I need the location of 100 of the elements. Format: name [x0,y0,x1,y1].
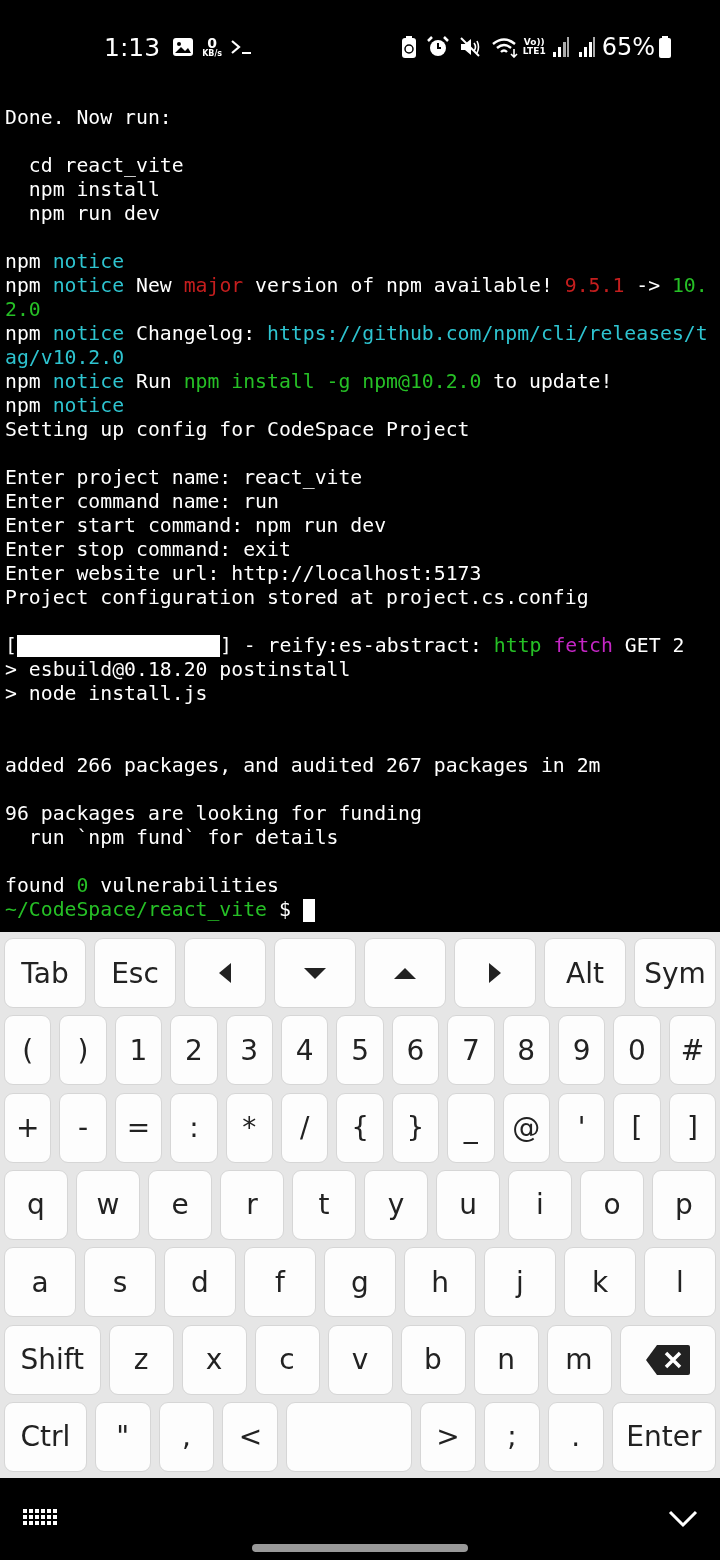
keyboard-key[interactable]: < [222,1401,279,1472]
keyboard-key[interactable]: Tab [4,938,86,1008]
battery-saver-icon [400,35,417,59]
keyboard-key[interactable]: i [508,1170,572,1240]
keyboard-key[interactable]: @ [502,1092,550,1163]
keyboard-key[interactable]: + [4,1092,52,1163]
muted-speaker-icon [458,36,481,58]
keyboard-key[interactable]: _ [447,1092,495,1163]
keyboard-key[interactable]: a [4,1247,76,1318]
keyboard-key[interactable]: y [364,1170,428,1240]
keyboard-key[interactable]: d [164,1247,236,1318]
keyboard-key[interactable]: ( [4,1015,52,1086]
keyboard-key[interactable]: ] [668,1092,717,1163]
terminal-text: Project configuration stored at project.cs.config [5,586,589,610]
keyboard-key[interactable]: / [280,1092,329,1163]
keyboard-key[interactable]: w [76,1170,140,1240]
keyboard-key[interactable]: , [158,1401,215,1472]
terminal-text: > node install.js [5,682,208,706]
keyboard-key[interactable]: l [644,1247,716,1318]
terminal-text: npm [5,274,42,298]
keyboard-key[interactable]: s [84,1247,156,1318]
terminal-text: Setting up config for CodeSpace Project [5,418,470,442]
keyboard-key[interactable]: o [580,1170,644,1240]
keyboard-key[interactable]: * [225,1092,273,1163]
keyboard-key[interactable]: # [668,1015,717,1086]
terminal-text: Enter start command: npm run dev [5,514,387,538]
keyboard-key[interactable]: = [114,1092,163,1163]
terminal-text: fetch [553,634,613,658]
keyboard-key[interactable]: : [170,1092,218,1163]
terminal-text: Enter project name: react_vite [5,466,363,490]
text-cursor [302,898,315,922]
terminal-text: Done. Now run: [5,106,172,130]
terminal-text: Changelog: [135,322,257,346]
keyboard-key[interactable]: . [547,1401,604,1472]
left-triangle-icon [217,961,233,985]
keyboard-key[interactable]: 6 [391,1015,440,1086]
keyboard-key[interactable]: e [148,1170,212,1240]
keyboard-key[interactable]: " [94,1401,151,1472]
keyboard-key[interactable]: 3 [225,1015,273,1086]
keyboard-key[interactable]: h [404,1247,476,1318]
keyboard-key[interactable]: Esc [94,938,176,1008]
wifi-icon [490,36,519,58]
keyboard-key[interactable]: x [181,1324,247,1395]
terminal-text: vulnerabilities [99,874,279,898]
keyboard-key[interactable]: 7 [447,1015,495,1086]
keyboard-key[interactable]: r [220,1170,284,1240]
terminal-prompt-icon [230,39,253,55]
terminal-text: GET 2 [623,634,685,658]
keyboard-key[interactable]: v [327,1324,393,1395]
keyboard-key[interactable]: - [59,1092,107,1163]
keyboard-key[interactable]: 9 [557,1015,606,1086]
keyboard-key[interactable]: m [546,1324,612,1395]
keyboard-key[interactable]: c [254,1324,320,1395]
arrow-key[interactable] [184,938,266,1008]
keyboard-key[interactable]: k [564,1247,636,1318]
keyboard-key[interactable]: u [436,1170,500,1240]
keyboard-key[interactable]: 8 [502,1015,550,1086]
keyboard-key[interactable]: p [652,1170,716,1240]
keyboard-key[interactable]: ' [557,1092,606,1163]
keyboard-key[interactable]: f [244,1247,316,1318]
keyboard-key[interactable]: Alt [544,938,626,1008]
terminal-text: notice [52,274,125,298]
terminal-text: run `npm fund` for details [27,826,339,850]
keyboard-key[interactable]: Ctrl [4,1401,87,1472]
keyboard-key[interactable]: Shift [4,1324,101,1395]
keyboard-key[interactable]: Enter [611,1401,716,1472]
terminal-text: added 266 packages, and audited 267 packages in 2m [5,754,601,778]
keyboard-key[interactable]: > [420,1401,476,1472]
chevron-down-icon[interactable] [668,1510,698,1528]
keyboard-key[interactable]: t [292,1170,356,1240]
keyboard-key[interactable]: Sym [634,938,716,1008]
keyboard-key[interactable]: j [484,1247,556,1318]
backspace-key[interactable] [619,1324,716,1395]
terminal-text: 10. [671,274,708,298]
keyboard-key[interactable]: 5 [336,1015,384,1086]
arrow-key[interactable] [454,938,536,1008]
keyboard-key[interactable]: 2 [170,1015,218,1086]
keyboard-key[interactable]: g [324,1247,396,1318]
keyboard-key[interactable]: 4 [280,1015,329,1086]
keyboard-key[interactable]: } [391,1092,440,1163]
lte-label: LTE1 [522,47,546,56]
terminal-text: [ [5,634,17,658]
keyboard-key[interactable]: { [336,1092,384,1163]
battery-icon [658,35,672,59]
keyboard-key[interactable]: n [473,1324,539,1395]
keyboard-key[interactable]: ; [484,1401,540,1472]
keyboard-key[interactable]: b [400,1324,466,1395]
terminal-text: npm install [27,178,160,202]
terminal-text: major [183,274,244,298]
terminal-text: npm run dev [27,202,160,226]
keyboard-key[interactable]: q [4,1170,68,1240]
arrow-key[interactable] [274,938,356,1008]
keyboard-key[interactable]: 1 [114,1015,163,1086]
keyboard-key[interactable]: [ [613,1092,661,1163]
terminal-text: notice [52,394,125,418]
keyboard-key[interactable]: ) [59,1015,107,1086]
keyboard-key[interactable]: z [108,1324,174,1395]
backspace-icon [644,1343,691,1376]
arrow-key[interactable] [364,938,446,1008]
keyboard-key[interactable]: 0 [613,1015,661,1086]
